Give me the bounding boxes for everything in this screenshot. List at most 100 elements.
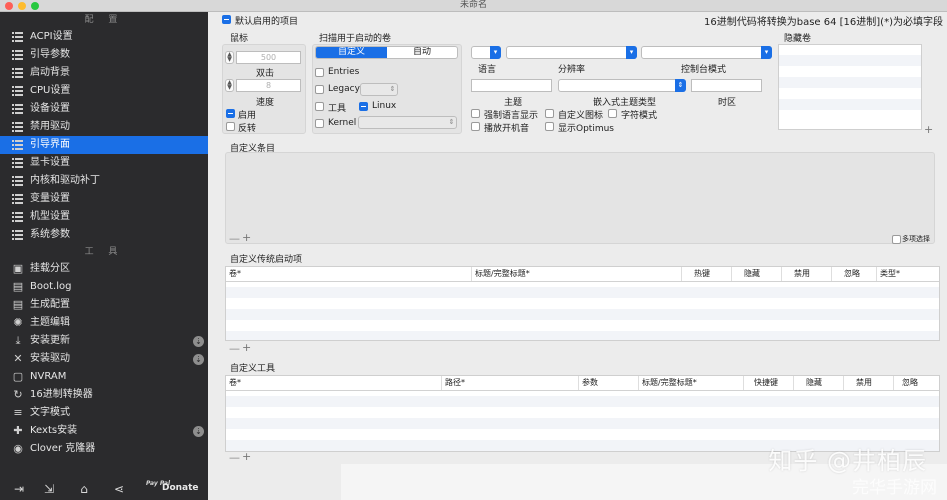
double-click-stepper[interactable]: ▲ ▼ <box>225 51 234 64</box>
console-mode-label: 控制台模式 <box>681 65 727 75</box>
title-bar: 未命名 <box>0 0 947 12</box>
column-header[interactable]: 标题/完整标题* <box>638 376 743 390</box>
document-icon: ▤ <box>12 298 24 311</box>
list-icon <box>12 158 23 168</box>
import-icon[interactable]: ⇥ <box>12 482 26 496</box>
sidebar-item-text-mode[interactable]: ≡ 文字模式 <box>0 404 208 422</box>
chevron-down-icon: ▾ <box>490 46 501 59</box>
column-header[interactable]: 路径* <box>441 376 578 390</box>
column-header[interactable]: 隐藏 <box>731 267 781 281</box>
force-language-checkbox[interactable] <box>471 109 480 118</box>
sidebar-item-clover-cloner[interactable]: ◉ Clover 克隆器 <box>0 440 208 458</box>
sidebar-item-boot-graphics[interactable]: 启动背景 <box>0 64 208 82</box>
legacy-select[interactable]: ⇕ <box>360 83 398 96</box>
sidebar-item-devices[interactable]: 设备设置 <box>0 100 208 118</box>
sidebar-item-theme-editor[interactable]: ✺ 主题编辑 <box>0 314 208 332</box>
scan-tools-label: 工具 <box>328 104 347 114</box>
char-mode-label: 字符模式 <box>621 111 658 121</box>
list-icon <box>12 122 23 132</box>
timezone-input[interactable] <box>691 79 762 92</box>
column-header[interactable]: 卷* <box>226 267 471 281</box>
column-header[interactable]: 标题/完整标题* <box>471 267 681 281</box>
scan-group-title: 扫描用于启动的卷 <box>319 34 392 44</box>
column-header[interactable]: 参数 <box>578 376 638 390</box>
sidebar-item-system-parameters[interactable]: 系统参数 <box>0 226 208 244</box>
custom-entries-box[interactable] <box>225 152 935 244</box>
scan-auto-segment[interactable]: 自动 <box>387 47 457 58</box>
embedded-theme-select[interactable]: ⇕ <box>558 79 686 92</box>
scan-tools-checkbox[interactable] <box>315 102 324 111</box>
scan-mode-segmented[interactable]: 自定义 自动 <box>315 46 458 59</box>
custom-entries-add-button[interactable]: + <box>242 231 251 244</box>
custom-legacy-add-button[interactable]: + <box>242 341 251 354</box>
column-header[interactable]: 禁用 <box>781 267 831 281</box>
sidebar-bottom-bar: ⇥ ⇲ ⌂ ⋖ Pay Pal Donate <box>0 478 208 500</box>
theme-input[interactable] <box>471 79 552 92</box>
column-header[interactable]: 忽略 <box>893 376 939 390</box>
column-header[interactable]: 隐藏 <box>793 376 843 390</box>
scan-legacy-checkbox[interactable] <box>315 85 324 94</box>
sidebar-item-install-drivers[interactable]: ✕ 安装驱动 ⇣ <box>0 350 208 368</box>
sidebar-item-rt-variables[interactable]: 变量设置 <box>0 190 208 208</box>
sidebar-item-acpi[interactable]: ACPI设置 <box>0 28 208 46</box>
console-mode-select[interactable]: ▾ <box>641 46 772 59</box>
column-header[interactable]: 忽略 <box>831 267 876 281</box>
sidebar-item-generate-config[interactable]: ▤ 生成配置 <box>0 296 208 314</box>
sidebar-item-mount-partition[interactable]: ▣ 挂载分区 <box>0 260 208 278</box>
speed-stepper[interactable]: ▲ ▼ <box>225 79 234 92</box>
sidebar-item-install-update[interactable]: ⤓ 安装更新 ⇣ <box>0 332 208 350</box>
default-boot-checkbox[interactable] <box>222 15 231 24</box>
column-header[interactable]: 类型* <box>876 267 939 281</box>
multi-select-checkbox[interactable] <box>892 235 901 244</box>
share-icon[interactable]: ⋖ <box>112 482 126 496</box>
sidebar-item-smbios[interactable]: 机型设置 <box>0 208 208 226</box>
sidebar-item-nvram[interactable]: ▢ NVRAM <box>0 368 208 386</box>
custom-icons-label: 自定义图标 <box>558 111 604 121</box>
mouse-enabled-checkbox[interactable] <box>226 109 235 118</box>
kernel-select[interactable]: ⇕ <box>358 116 457 129</box>
mouse-reverse-checkbox[interactable] <box>226 122 235 131</box>
sidebar-item-hex-converter[interactable]: ↻ 16进制转换器 <box>0 386 208 404</box>
palette-icon: ✺ <box>13 316 23 329</box>
refresh-icon: ↻ <box>13 388 23 401</box>
show-optimus-checkbox[interactable] <box>545 122 554 131</box>
resolution-select[interactable]: ▾ <box>506 46 637 59</box>
custom-legacy-remove-button[interactable]: — <box>229 342 240 355</box>
custom-legacy-table[interactable]: 卷* 标题/完整标题* 热键 隐藏 禁用 忽略 类型* <box>225 266 940 341</box>
list-icon <box>12 194 23 204</box>
sidebar-item-cpu[interactable]: CPU设置 <box>0 82 208 100</box>
sidebar-item-boot-log[interactable]: ▤ Boot.log <box>0 278 208 296</box>
download-badge-icon: ⇣ <box>193 426 204 437</box>
scan-entries-checkbox[interactable] <box>315 68 324 77</box>
column-header[interactable]: 禁用 <box>843 376 893 390</box>
column-header[interactable]: 快捷键 <box>743 376 793 390</box>
custom-icons-checkbox[interactable] <box>545 109 554 118</box>
custom-tools-remove-button[interactable]: — <box>229 451 240 464</box>
column-header[interactable]: 热键 <box>681 267 731 281</box>
sidebar-item-kernel-kext-patches[interactable]: 内核和驱动补丁 <box>0 172 208 190</box>
scan-kernel-checkbox[interactable] <box>315 119 324 128</box>
donate-button[interactable]: Donate <box>162 483 199 493</box>
window-title: 未命名 <box>459 0 487 10</box>
sidebar-item-kexts-install[interactable]: ✚ Kexts安装 ⇣ <box>0 422 208 440</box>
double-click-input[interactable]: 500 <box>236 51 301 64</box>
scan-custom-segment[interactable]: 自定义 <box>316 47 387 58</box>
export-icon[interactable]: ⇲ <box>42 482 56 496</box>
char-mode-checkbox[interactable] <box>608 109 617 118</box>
speed-input[interactable]: 8 <box>236 79 301 92</box>
sidebar-item-boot-args[interactable]: 引导参数 <box>0 46 208 64</box>
language-select[interactable]: ▾ <box>471 46 501 59</box>
sidebar-item-graphics[interactable]: 显卡设置 <box>0 154 208 172</box>
hidden-volumes-add-button[interactable]: + <box>924 123 933 136</box>
play-sound-checkbox[interactable] <box>471 122 480 131</box>
column-header[interactable]: 卷* <box>226 376 441 390</box>
scan-linux-checkbox[interactable] <box>359 102 368 111</box>
sidebar-item-gui[interactable]: 引导界面 <box>0 136 208 154</box>
document-icon: ▤ <box>12 280 24 293</box>
custom-tools-add-button[interactable]: + <box>242 450 251 463</box>
custom-entries-remove-button[interactable]: — <box>229 232 240 245</box>
home-icon[interactable]: ⌂ <box>77 482 91 496</box>
theme-label: 主题 <box>504 98 523 108</box>
hidden-volumes-list[interactable] <box>778 44 922 130</box>
sidebar-item-disable-drivers[interactable]: 禁用驱动 <box>0 118 208 136</box>
